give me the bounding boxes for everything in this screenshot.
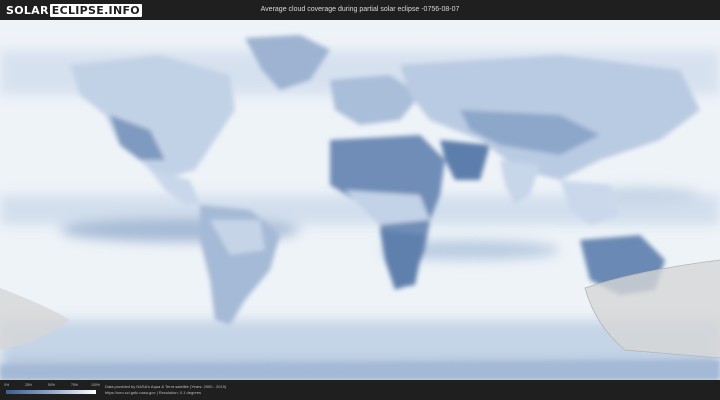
cloud-coverage-legend-bar — [6, 390, 96, 394]
header-bar: SOLAR ECLIPSE.INFO Average cloud coverag… — [0, 0, 720, 20]
legend-tick: 75% — [71, 383, 79, 387]
legend-tick: 25% — [25, 383, 33, 387]
legend-tick: 0% — [4, 383, 10, 387]
footer-bar: 0% 25% 50% 75% 100% Data provided by NAS… — [0, 380, 720, 400]
page-title: Average cloud coverage during partial so… — [260, 6, 460, 13]
legend-tick-labels: 0% 25% 50% 75% 100% — [4, 383, 100, 389]
legend-tick: 50% — [48, 383, 56, 387]
data-credit: Data provided by NASA's Aqua & Terra sat… — [105, 384, 226, 396]
legend-tick: 100% — [91, 383, 100, 387]
cloud-coverage-map — [0, 20, 720, 380]
world-map-svg — [0, 20, 720, 380]
credit-line-2: https://neo.sci.gsfc.nasa.gov | Resoluti… — [105, 390, 201, 395]
